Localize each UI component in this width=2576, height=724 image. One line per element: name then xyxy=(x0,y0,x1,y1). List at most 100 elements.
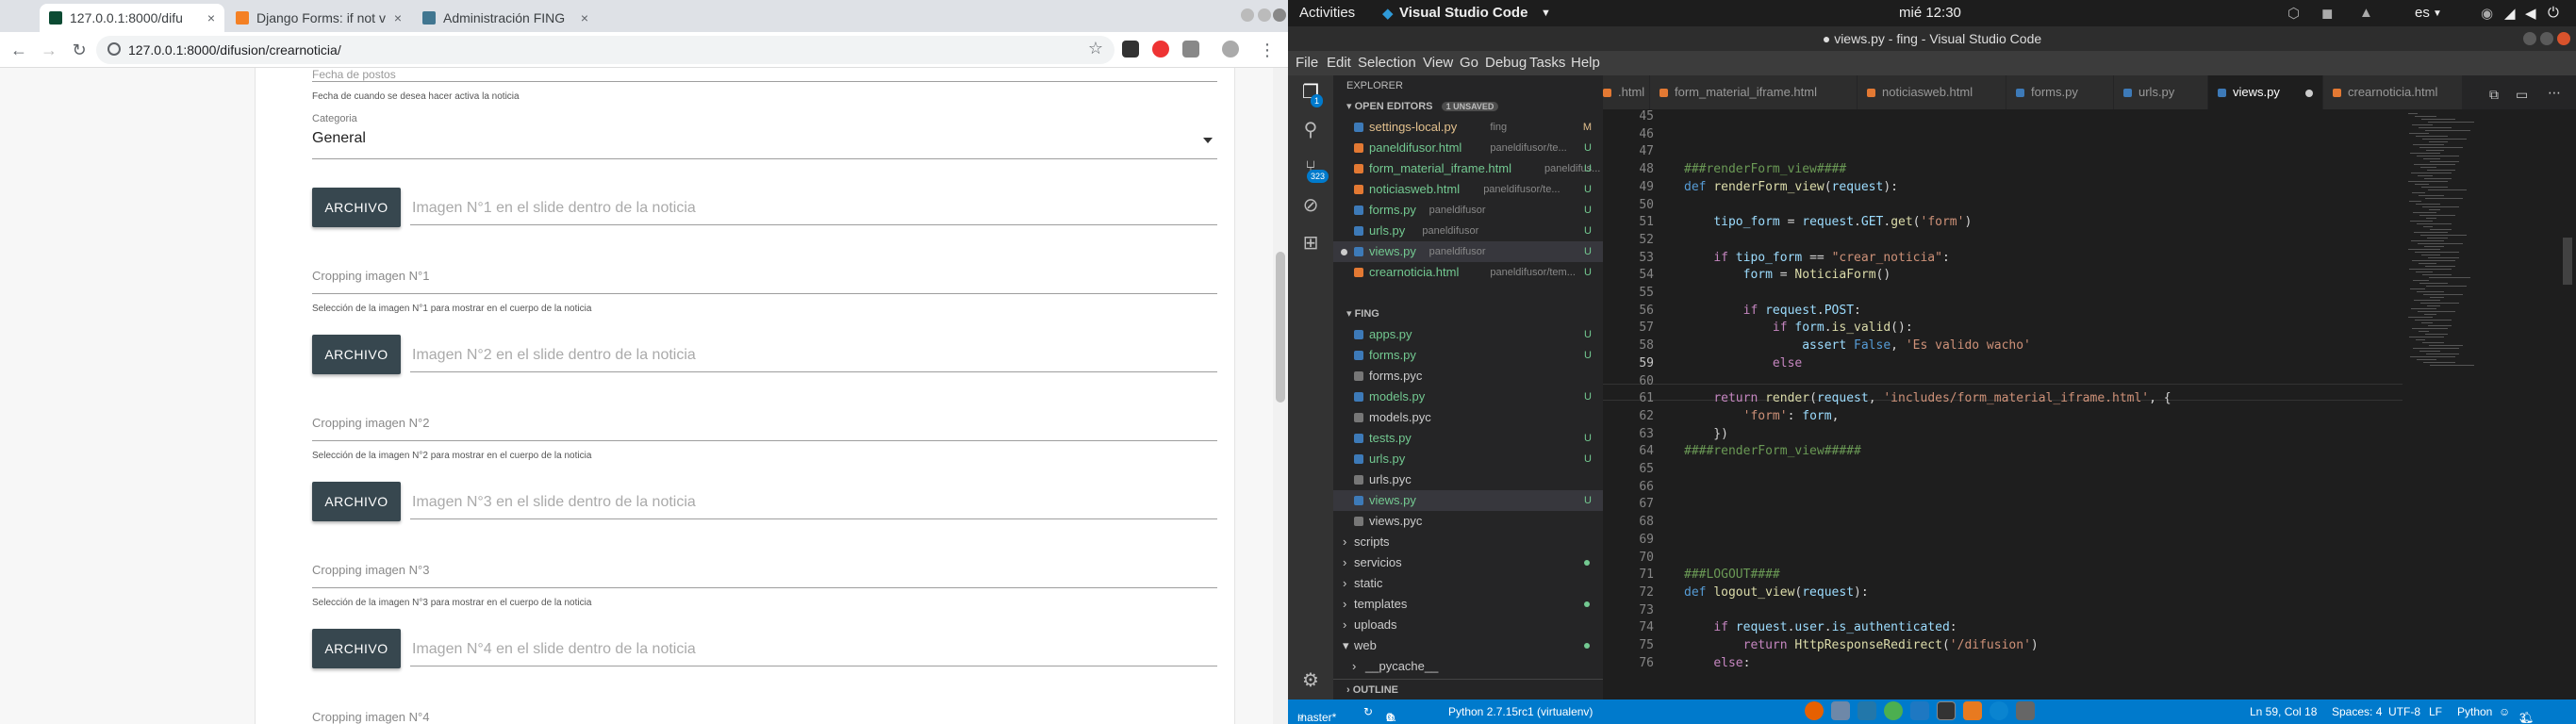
open-editor-item[interactable]: settings-local.py fing M xyxy=(1333,117,1603,138)
code-line[interactable]: else: xyxy=(1684,656,1750,670)
editor-scrollbar[interactable] xyxy=(2561,109,2574,699)
code-line[interactable]: form = NoticiaForm() xyxy=(1684,268,1891,282)
file-tree-item[interactable]: urls.pyc xyxy=(1333,469,1603,490)
code-line[interactable]: }) xyxy=(1684,427,1728,441)
minimap[interactable] xyxy=(2403,109,2506,699)
code-line[interactable]: def logout_view(request): xyxy=(1684,585,1869,600)
clock[interactable]: mié 12:30 xyxy=(1899,5,1961,21)
app-menu-button[interactable]: Visual Studio Code xyxy=(1399,5,1527,21)
encoding[interactable]: UTF-8 xyxy=(2388,705,2420,718)
open-editor-item[interactable]: urls.py paneldifusor U xyxy=(1333,221,1603,241)
open-editor-item[interactable]: views.py paneldifusor U xyxy=(1333,241,1603,262)
minimize-window-button[interactable] xyxy=(2523,32,2536,45)
code-line[interactable]: ###renderForm_view#### xyxy=(1684,162,1846,176)
extension-shield-icon[interactable] xyxy=(1122,41,1139,58)
image-4-path-input[interactable]: Imagen N°4 en el slide dentro de la noti… xyxy=(412,641,696,658)
file-tree-item[interactable]: models.py U xyxy=(1333,387,1603,407)
code-line[interactable]: if form.is_valid(): xyxy=(1684,321,1913,335)
image-2-path-input[interactable]: Imagen N°2 en el slide dentro de la noti… xyxy=(412,347,696,364)
close-tab-icon[interactable]: × xyxy=(394,10,402,25)
outline-header[interactable]: › OUTLINE xyxy=(1333,679,1603,699)
chrome-icon[interactable] xyxy=(1884,701,1903,720)
menu-go[interactable]: Go xyxy=(1460,55,1478,71)
editor-tab[interactable]: .html xyxy=(1603,75,1650,109)
editor-tab[interactable]: noticiasweb.html xyxy=(1858,75,2006,109)
language-mode[interactable]: Python xyxy=(2457,705,2492,718)
code-line[interactable]: if tipo_form == "crear_noticia": xyxy=(1684,251,1949,265)
image-1-path-input[interactable]: Imagen N°1 en el slide dentro de la noti… xyxy=(412,200,696,217)
app-icon[interactable] xyxy=(1858,701,1876,720)
menu-edit[interactable]: Edit xyxy=(1327,55,1351,71)
reload-icon[interactable]: ↻ xyxy=(70,41,89,59)
editor-tab[interactable]: crearnoticia.html xyxy=(2323,75,2463,109)
code-line[interactable]: return HttpResponseRedirect('/difusion') xyxy=(1684,638,2039,652)
archivo-button-1[interactable]: ARCHIVO xyxy=(312,188,401,227)
scrollbar-thumb[interactable] xyxy=(1276,252,1285,403)
file-tree-item[interactable]: views.pyc xyxy=(1333,511,1603,532)
more-actions-icon[interactable]: ⋯ xyxy=(2548,85,2561,101)
code-line[interactable]: else xyxy=(1684,356,1802,370)
folder-tree-item[interactable]: › scripts xyxy=(1333,532,1603,552)
archivo-button-3[interactable]: ARCHIVO xyxy=(312,482,401,521)
editor-tab[interactable]: forms.py xyxy=(2006,75,2114,109)
open-editor-item[interactable]: crearnoticia.html paneldifusor/tem... U xyxy=(1333,262,1603,283)
code-line[interactable]: 'form': form, xyxy=(1684,409,1840,423)
open-editor-item[interactable]: paneldifusor.html paneldifusor/te... U xyxy=(1333,138,1603,158)
open-editor-item[interactable]: forms.py paneldifusor U xyxy=(1333,200,1603,221)
gear-icon[interactable]: ⚙ xyxy=(1299,669,1322,692)
accessibility-icon[interactable]: ◉ xyxy=(2481,5,2493,22)
code-line[interactable]: def renderForm_view(request): xyxy=(1684,180,1898,194)
editor-tab[interactable]: urls.py xyxy=(2114,75,2208,109)
network-icon[interactable]: ◢ xyxy=(2504,5,2516,22)
chrome-tab-django-forms[interactable]: Django Forms: if not v × xyxy=(226,4,411,32)
close-tab-icon[interactable]: × xyxy=(581,10,588,25)
tray-icon[interactable]: ▲ xyxy=(2359,5,2373,21)
power-icon[interactable]: ⏻ xyxy=(2548,5,2559,21)
search-icon[interactable]: ⚲ xyxy=(1299,119,1322,141)
minimize-window-button[interactable] xyxy=(1241,8,1254,22)
bookmark-star-icon[interactable]: ☆ xyxy=(1088,39,1103,58)
indentation[interactable]: Spaces: 4 xyxy=(2332,705,2382,718)
firefox-icon[interactable] xyxy=(1805,701,1824,720)
file-tree-item[interactable]: views.py U xyxy=(1333,490,1603,511)
opera-extension-icon[interactable] xyxy=(1152,41,1169,58)
file-tree-item[interactable]: apps.py U xyxy=(1333,324,1603,345)
tray-icon[interactable]: ◼ xyxy=(2321,5,2333,22)
menu-debug[interactable]: Debug xyxy=(1485,55,1527,71)
screenshot-icon[interactable] xyxy=(2016,701,2035,720)
sync-icon[interactable]: ↻ xyxy=(1363,705,1373,718)
address-bar[interactable]: 127.0.0.1:8000/difusion/crearnoticia/ ☆ xyxy=(96,36,1115,64)
site-info-icon[interactable] xyxy=(107,42,121,56)
feedback-smiley-icon[interactable]: ☺ xyxy=(2499,705,2510,718)
unsaved-dot-icon[interactable] xyxy=(2305,90,2313,97)
maximize-window-button[interactable] xyxy=(2540,32,2553,45)
folder-tree-item[interactable]: › uploads xyxy=(1333,615,1603,635)
menu-help[interactable]: Help xyxy=(1571,55,1600,71)
language-indicator[interactable]: es xyxy=(2415,5,2430,21)
chrome-menu-icon[interactable]: ⋮ xyxy=(1258,41,1277,59)
toggle-panel-icon[interactable]: ▭ xyxy=(2516,87,2528,103)
python-interpreter[interactable]: Python 2.7.15rc1 (virtualenv) xyxy=(1448,705,1593,718)
close-window-button[interactable] xyxy=(1273,8,1286,22)
split-editor-icon[interactable]: ⧉ xyxy=(2489,87,2499,103)
editor-tab[interactable]: views.py xyxy=(2208,75,2323,109)
menu-view[interactable]: View xyxy=(1423,55,1453,71)
extensions-icon[interactable]: ⊞ xyxy=(1299,232,1322,255)
file-tree-item[interactable]: tests.py U xyxy=(1333,428,1603,449)
code-line[interactable]: if request.user.is_authenticated: xyxy=(1684,620,1957,634)
box-app-icon[interactable] xyxy=(1831,701,1850,720)
close-window-button[interactable] xyxy=(2557,32,2570,45)
camera-extension-icon[interactable] xyxy=(1182,41,1199,58)
cropping-2-input[interactable]: Cropping imagen N°2 xyxy=(312,416,429,430)
menu-tasks[interactable]: Tasks xyxy=(1529,55,1565,71)
extension-puzzle-icon[interactable]: ⬡ xyxy=(2287,5,2300,22)
menu-file[interactable]: File xyxy=(1296,55,1318,71)
end-of-line[interactable]: LF xyxy=(2429,705,2442,718)
cropping-3-input[interactable]: Cropping imagen N°3 xyxy=(312,563,429,577)
editor-tab[interactable]: form_material_iframe.html xyxy=(1650,75,1858,109)
terminal-icon[interactable] xyxy=(1937,701,1956,720)
menu-selection[interactable]: Selection xyxy=(1358,55,1416,71)
file-tree-item[interactable]: models.pyc xyxy=(1333,407,1603,428)
back-arrow-icon[interactable]: ← xyxy=(9,41,28,59)
code-line[interactable]: ###LOGOUT#### xyxy=(1684,568,1780,582)
